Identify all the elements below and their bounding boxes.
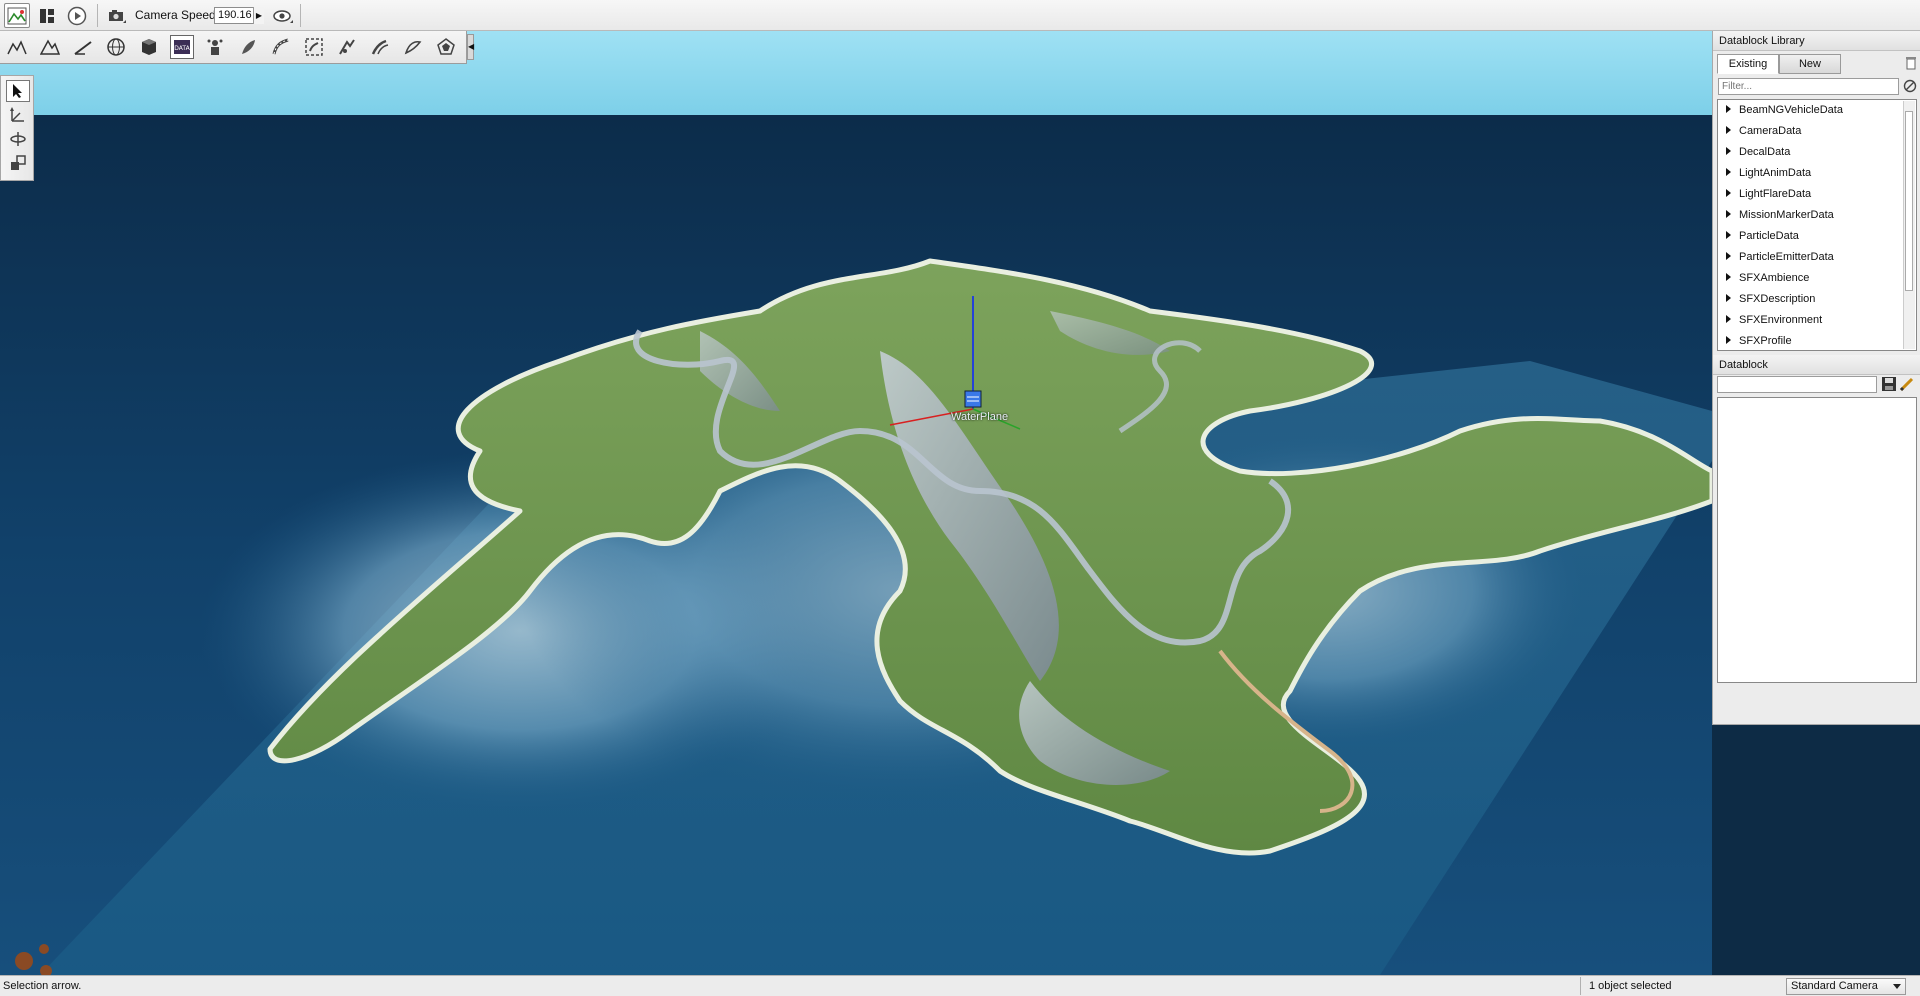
selection-arrow-icon[interactable] <box>6 80 30 102</box>
editor-mode-toolbar: DATA <box>0 31 467 64</box>
camera-icon[interactable] <box>104 3 130 28</box>
decal-road-icon[interactable] <box>368 35 392 59</box>
world-editor-icon[interactable] <box>4 3 30 28</box>
chevron-down-icon <box>1893 984 1901 989</box>
datablock-editor-icon[interactable]: DATA <box>170 35 194 59</box>
navmesh-editor-icon[interactable] <box>434 35 458 59</box>
datablock-name-field[interactable] <box>1717 376 1877 393</box>
particle-editor-icon[interactable] <box>203 35 227 59</box>
collapse-toolbar-icon[interactable]: ◀ <box>467 34 474 60</box>
camera-mode-dropdown[interactable]: Standard Camera <box>1786 978 1906 995</box>
visibility-eye-icon[interactable] <box>270 3 296 28</box>
rotate-gizmo-icon[interactable] <box>6 128 30 150</box>
tree-item-particleemitterdata[interactable]: ParticleEmitterData <box>1718 247 1904 268</box>
expand-arrow-icon[interactable] <box>1726 294 1731 302</box>
road-editor-icon[interactable] <box>269 35 293 59</box>
terrain-editor-icon[interactable] <box>38 35 62 59</box>
terrain-object-icon[interactable] <box>5 35 29 59</box>
expand-arrow-icon[interactable] <box>1726 105 1731 113</box>
scrollbar-thumb[interactable] <box>1905 111 1913 291</box>
status-hint: Selection arrow. <box>3 980 82 992</box>
sketch-tool-icon[interactable] <box>137 35 161 59</box>
expand-arrow-icon[interactable] <box>1726 252 1731 260</box>
tree-item-sfxprofile[interactable]: SFXProfile <box>1718 331 1904 350</box>
expand-arrow-icon[interactable] <box>1726 189 1731 197</box>
river-editor-icon[interactable] <box>335 35 359 59</box>
gui-editor-icon[interactable] <box>34 3 60 28</box>
expand-arrow-icon[interactable] <box>1726 210 1731 218</box>
camera-speed-label: Camera Speed <box>135 8 216 22</box>
mesh-road-editor-icon[interactable] <box>302 35 326 59</box>
save-datablock-icon[interactable] <box>1881 376 1897 395</box>
tree-item-particledata[interactable]: ParticleData <box>1718 226 1904 247</box>
edit-pencil-icon[interactable] <box>1899 376 1915 395</box>
selection-count: 1 object selected <box>1580 977 1778 995</box>
tree-item-sfxenvironment[interactable]: SFXEnvironment <box>1718 310 1904 331</box>
tab-existing[interactable]: Existing <box>1717 54 1779 74</box>
tree-item-lightflaredata[interactable]: LightFlareData <box>1718 184 1904 205</box>
expand-arrow-icon[interactable] <box>1726 126 1731 134</box>
material-editor-icon[interactable] <box>104 35 128 59</box>
expand-arrow-icon[interactable] <box>1726 168 1731 176</box>
move-gizmo-icon[interactable] <box>6 104 30 126</box>
terrain-painter-icon[interactable] <box>71 35 95 59</box>
decal-editor-icon[interactable] <box>401 35 425 59</box>
scale-gizmo-icon[interactable] <box>6 152 30 174</box>
tree-item-missionmarkerdata[interactable]: MissionMarkerData <box>1718 205 1904 226</box>
camera-speed-arrow-icon[interactable]: ▶ <box>253 7 264 24</box>
main-toolbar: Camera Speed 190.16 ▶ <box>0 0 1920 31</box>
datablock-library-title: Datablock Library <box>1713 31 1920 51</box>
tree-item-cameradata[interactable]: CameraData <box>1718 121 1904 142</box>
expand-arrow-icon[interactable] <box>1726 273 1731 281</box>
datablock-inspector <box>1717 397 1917 683</box>
tree-item-lightanimdata[interactable]: LightAnimData <box>1718 163 1904 184</box>
expand-arrow-icon[interactable] <box>1726 315 1731 323</box>
tree-item-beamngvehicledata[interactable]: BeamNGVehicleData <box>1718 100 1904 121</box>
clear-filter-icon[interactable] <box>1903 79 1917 96</box>
datablock-library-panel: Datablock Library Existing New BeamNGVeh… <box>1712 31 1920 725</box>
tree-item-sfxdescription[interactable]: SFXDescription <box>1718 289 1904 310</box>
tree-item-sfxambience[interactable]: SFXAmbience <box>1718 268 1904 289</box>
tab-new[interactable]: New <box>1779 54 1841 74</box>
tree-scrollbar[interactable] <box>1903 101 1915 349</box>
datablock-title: Datablock <box>1713 355 1920 375</box>
forest-editor-icon[interactable] <box>236 35 260 59</box>
status-bar: Selection arrow. 1 object selected Stand… <box>0 975 1920 996</box>
expand-arrow-icon[interactable] <box>1726 147 1731 155</box>
gizmo-toolbar <box>0 75 34 181</box>
delete-datablock-icon[interactable] <box>1905 56 1917 73</box>
expand-arrow-icon[interactable] <box>1726 336 1731 344</box>
play-icon[interactable] <box>64 3 90 28</box>
svg-text:DATA: DATA <box>174 45 190 52</box>
selected-object-label: WaterPlane <box>951 411 1009 423</box>
filter-input[interactable] <box>1718 78 1899 95</box>
datablock-tree: BeamNGVehicleData CameraData DecalData L… <box>1717 99 1917 351</box>
camera-mode-label: Standard Camera <box>1791 980 1878 992</box>
tree-item-decaldata[interactable]: DecalData <box>1718 142 1904 163</box>
expand-arrow-icon[interactable] <box>1726 231 1731 239</box>
scene-viewport[interactable] <box>0 31 1712 975</box>
